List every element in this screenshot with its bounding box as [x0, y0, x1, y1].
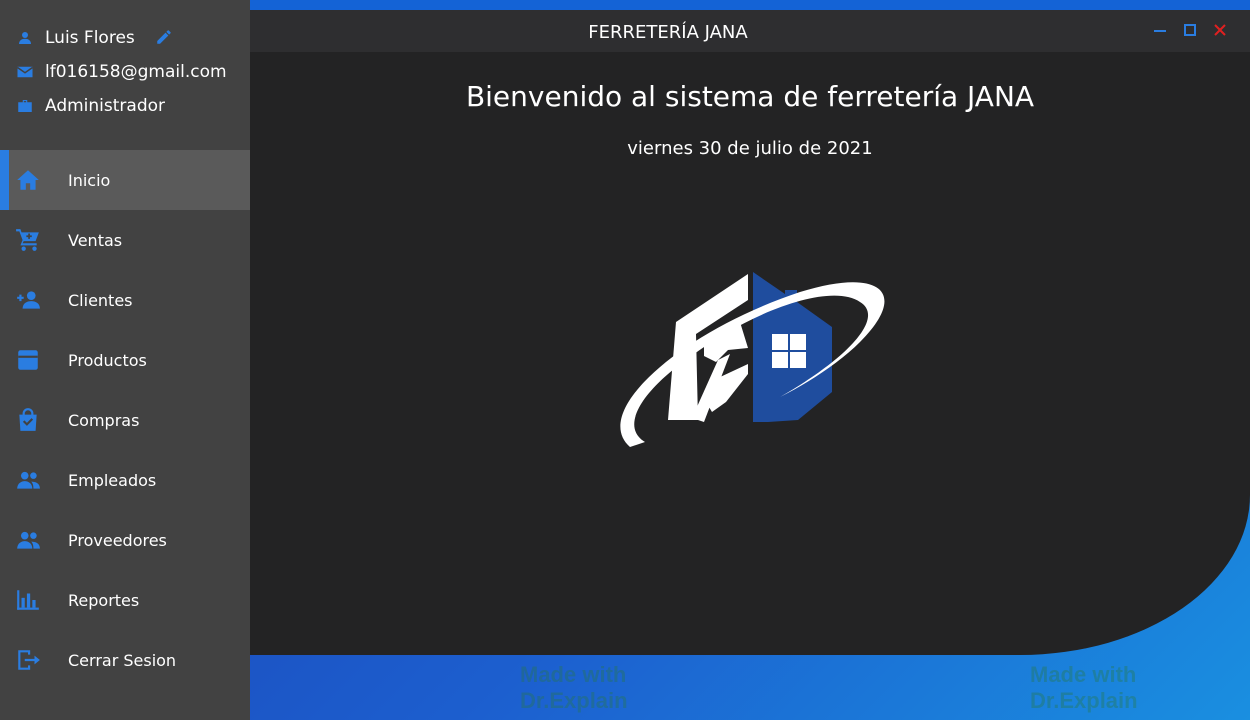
title-bar[interactable]: FERRETERÍA JANA: [250, 10, 1250, 52]
sidebar-item-inicio[interactable]: Inicio: [0, 150, 250, 210]
people-icon: [17, 531, 40, 549]
sidebar-item-label: Compras: [68, 410, 140, 430]
profile-name-row: Luis Flores: [16, 26, 135, 50]
box-icon: [18, 350, 38, 370]
sidebar-nav: Inicio Ventas Clientes Productos Compras…: [0, 150, 250, 690]
sidebar-item-productos[interactable]: Productos: [0, 330, 250, 390]
profile-role-row: Administrador: [16, 94, 165, 118]
sidebar-item-label: Inicio: [68, 170, 111, 190]
minimize-icon[interactable]: [1152, 22, 1168, 38]
close-icon[interactable]: [1212, 22, 1228, 38]
sidebar-item-label: Productos: [68, 350, 147, 370]
welcome-heading: Bienvenido al sistema de ferretería JANA: [465, 80, 1035, 113]
hardware-store-logo-icon: [620, 272, 885, 447]
sidebar-item-label: Proveedores: [68, 530, 167, 550]
cart-icon: [16, 229, 39, 251]
user-name: Luis Flores: [45, 28, 135, 48]
sidebar-item-label: Cerrar Sesion: [68, 650, 177, 670]
sidebar-item-label: Clientes: [68, 290, 133, 310]
bar-chart-icon: [17, 590, 39, 610]
main-panel: FERRETERÍA JANA Bienvenido al sistema de…: [250, 10, 1250, 655]
logout-icon: [18, 650, 40, 670]
user-role: Administrador: [45, 96, 166, 116]
maximize-icon[interactable]: [1182, 22, 1198, 38]
shopping-bag-icon: [19, 408, 37, 431]
profile-email-row: lf016158@gmail.com: [16, 60, 227, 84]
current-date: viernes 30 de julio de 2021: [627, 138, 873, 159]
edit-pencil-icon[interactable]: [155, 28, 173, 46]
user-profile: Luis Flores lf016158@gmail.com Administr…: [0, 0, 250, 140]
people-icon: [17, 471, 40, 489]
sidebar: Luis Flores lf016158@gmail.com Administr…: [0, 0, 250, 720]
sidebar-item-proveedores[interactable]: Proveedores: [0, 510, 250, 570]
home-icon: [17, 170, 39, 190]
user-email: lf016158@gmail.com: [45, 62, 227, 82]
sidebar-item-label: Empleados: [68, 470, 157, 490]
window-title: FERRETERÍA JANA: [588, 22, 748, 43]
top-accent-strip: [250, 0, 1250, 10]
add-person-icon: [17, 291, 40, 309]
sidebar-item-cerrar-sesion[interactable]: Cerrar Sesion: [0, 630, 250, 690]
sidebar-item-ventas[interactable]: Ventas: [0, 210, 250, 270]
sidebar-item-label: Reportes: [68, 590, 140, 610]
sidebar-item-label: Ventas: [68, 230, 123, 250]
sidebar-item-empleados[interactable]: Empleados: [0, 450, 250, 510]
briefcase-icon: [18, 100, 32, 112]
sidebar-item-compras[interactable]: Compras: [0, 390, 250, 450]
sidebar-item-reportes[interactable]: Reportes: [0, 570, 250, 630]
mail-icon: [17, 66, 33, 78]
person-icon: [19, 32, 31, 44]
sidebar-item-clientes[interactable]: Clientes: [0, 270, 250, 330]
